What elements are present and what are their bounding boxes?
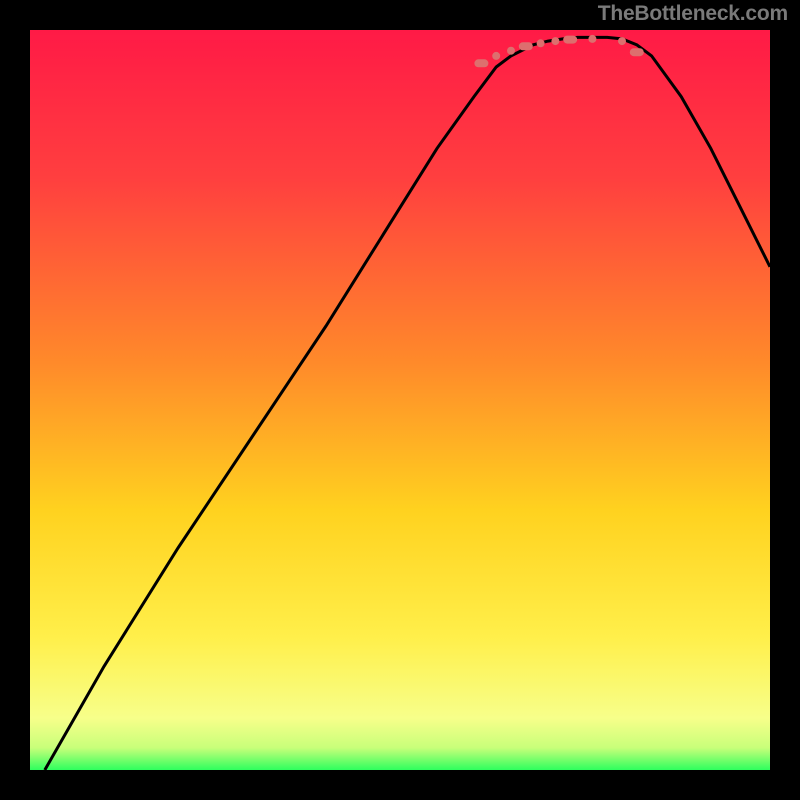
- marker-segment: [537, 39, 545, 47]
- chart-frame: TheBottleneck.com: [0, 0, 800, 800]
- marker-segment: [618, 37, 626, 45]
- marker-segment: [474, 59, 488, 67]
- plot-svg: [30, 30, 770, 770]
- plot-area: [30, 30, 770, 770]
- marker-segment: [492, 52, 500, 60]
- marker-segment: [551, 37, 559, 45]
- marker-segment: [630, 48, 644, 56]
- marker-segment: [507, 47, 515, 55]
- marker-segment: [588, 35, 596, 43]
- marker-segment: [563, 36, 577, 44]
- gradient-background: [30, 30, 770, 770]
- attribution-label: TheBottleneck.com: [598, 2, 788, 26]
- marker-segment: [519, 42, 533, 50]
